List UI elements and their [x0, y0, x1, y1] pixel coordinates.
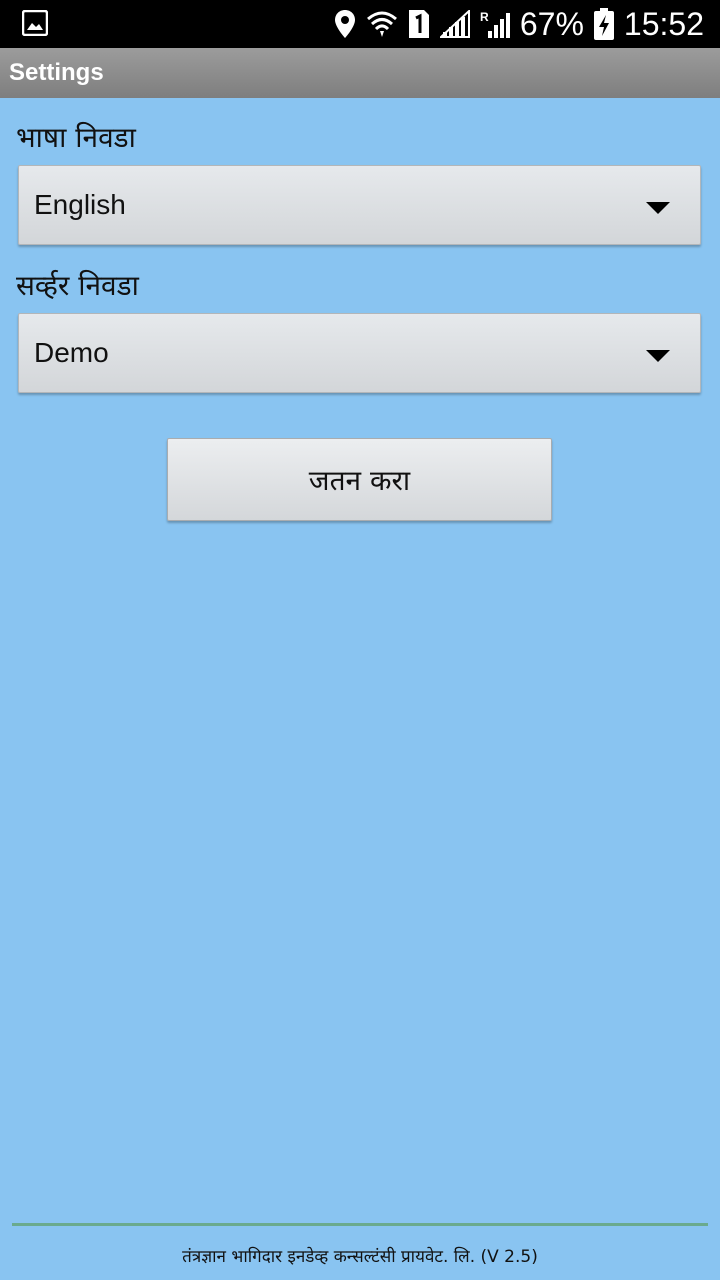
footer-divider [12, 1223, 708, 1226]
clock: 15:52 [623, 5, 704, 42]
footer-credits: तंत्रज्ञान भागिदार इनडेव्ह कन्सल्टंसी प्… [182, 1247, 538, 1267]
dropdown-arrow-icon [646, 350, 670, 362]
svg-text:R: R [480, 10, 489, 24]
status-bar: R 67% 15:52 [0, 0, 720, 48]
wifi-icon [366, 9, 398, 39]
page-title: Settings [9, 59, 104, 86]
status-icons: R 67% 15:52 [334, 0, 704, 48]
signal-icon [439, 10, 470, 38]
server-dropdown[interactable]: Demo [18, 313, 701, 393]
dropdown-arrow-icon [646, 202, 670, 214]
language-dropdown[interactable]: English [18, 165, 701, 245]
title-bar: Settings [0, 48, 720, 98]
language-selected-value: English [34, 189, 126, 220]
gallery-icon [22, 10, 48, 36]
server-selected-value: Demo [34, 337, 109, 368]
location-icon [334, 9, 356, 39]
language-label: भाषा निवडा [16, 121, 136, 154]
battery-charging-icon [593, 8, 614, 40]
server-label: सर्व्हर निवडा [16, 269, 139, 302]
sim1-icon [408, 9, 430, 39]
battery-percent: 67% [519, 5, 584, 42]
roaming-signal-icon: R [480, 9, 510, 39]
save-button[interactable]: जतन करा [167, 438, 552, 521]
